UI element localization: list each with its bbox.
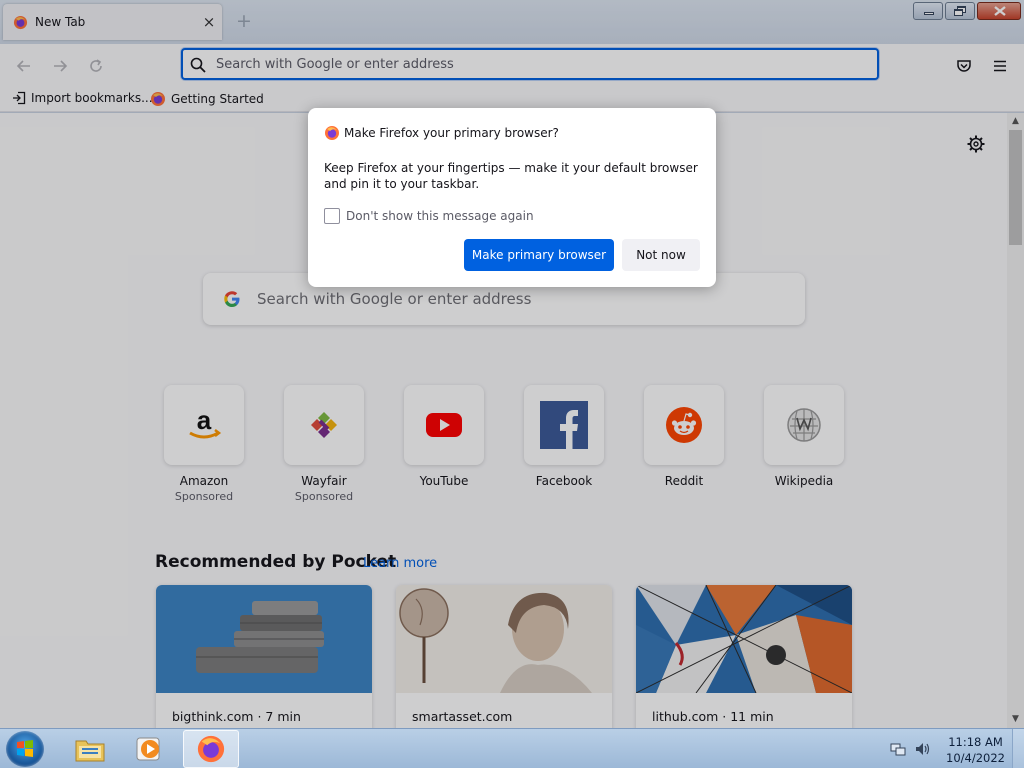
start-button[interactable]	[6, 731, 44, 767]
clock-time: 11:18 AM	[948, 735, 1003, 749]
media-player-icon	[136, 737, 160, 761]
make-primary-browser-button[interactable]: Make primary browser	[464, 239, 614, 271]
not-now-button[interactable]: Not now	[622, 239, 700, 271]
volume-icon[interactable]	[914, 741, 932, 757]
taskbar-media-player[interactable]	[122, 730, 178, 768]
network-icon[interactable]	[890, 741, 906, 757]
taskbar: 11:18 AM 10/4/2022	[0, 728, 1024, 768]
clock-date: 10/4/2022	[946, 751, 1005, 765]
firefox-icon	[197, 735, 225, 763]
show-desktop-button[interactable]	[1012, 729, 1024, 768]
windows-logo-icon	[17, 740, 33, 757]
dont-show-again-checkbox[interactable]	[324, 208, 340, 224]
dont-show-again-label[interactable]: Don't show this message again	[346, 209, 534, 223]
default-browser-dialog: Make Firefox your primary browser? Keep …	[308, 108, 716, 287]
taskbar-firefox[interactable]	[183, 730, 239, 768]
system-clock[interactable]: 11:18 AM 10/4/2022	[946, 734, 1005, 766]
dialog-heading: Make Firefox your primary browser?	[344, 126, 559, 140]
taskbar-explorer[interactable]	[62, 730, 118, 768]
folder-icon	[75, 740, 105, 762]
dialog-message: Keep Firefox at your fingertips — make i…	[324, 161, 698, 191]
firefox-icon	[325, 126, 339, 140]
